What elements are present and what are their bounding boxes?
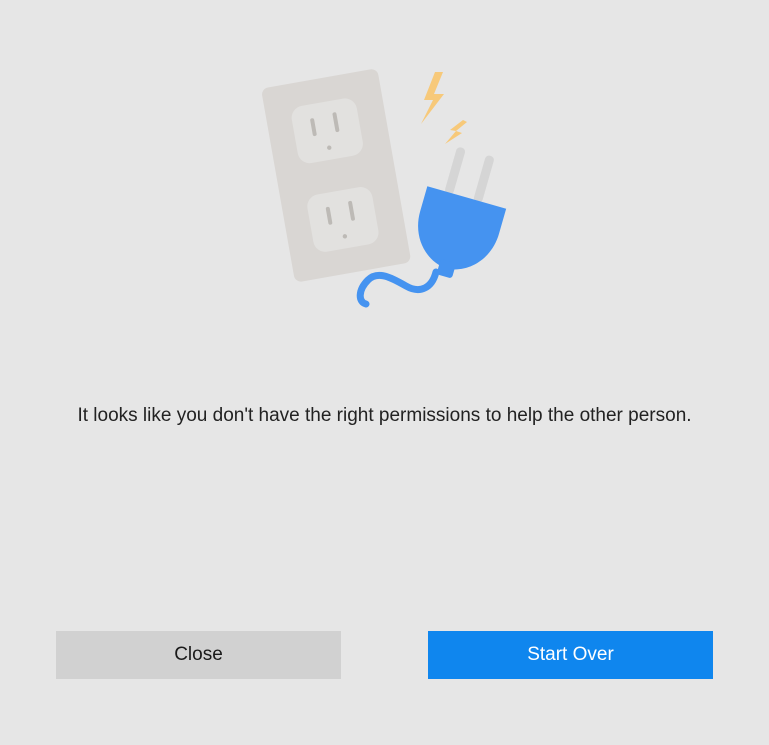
plug-cord [356, 268, 440, 308]
plug-body [418, 186, 507, 278]
unplugged-outlet-icon [0, 0, 769, 340]
outlet-plate [262, 69, 411, 282]
permission-error-dialog: It looks like you don't have the right p… [0, 0, 769, 745]
permission-error-message: It looks like you don't have the right p… [77, 405, 692, 426]
start-over-button[interactable]: Start Over [428, 631, 713, 679]
close-button[interactable]: Close [56, 631, 341, 679]
spark-icon [421, 72, 467, 144]
